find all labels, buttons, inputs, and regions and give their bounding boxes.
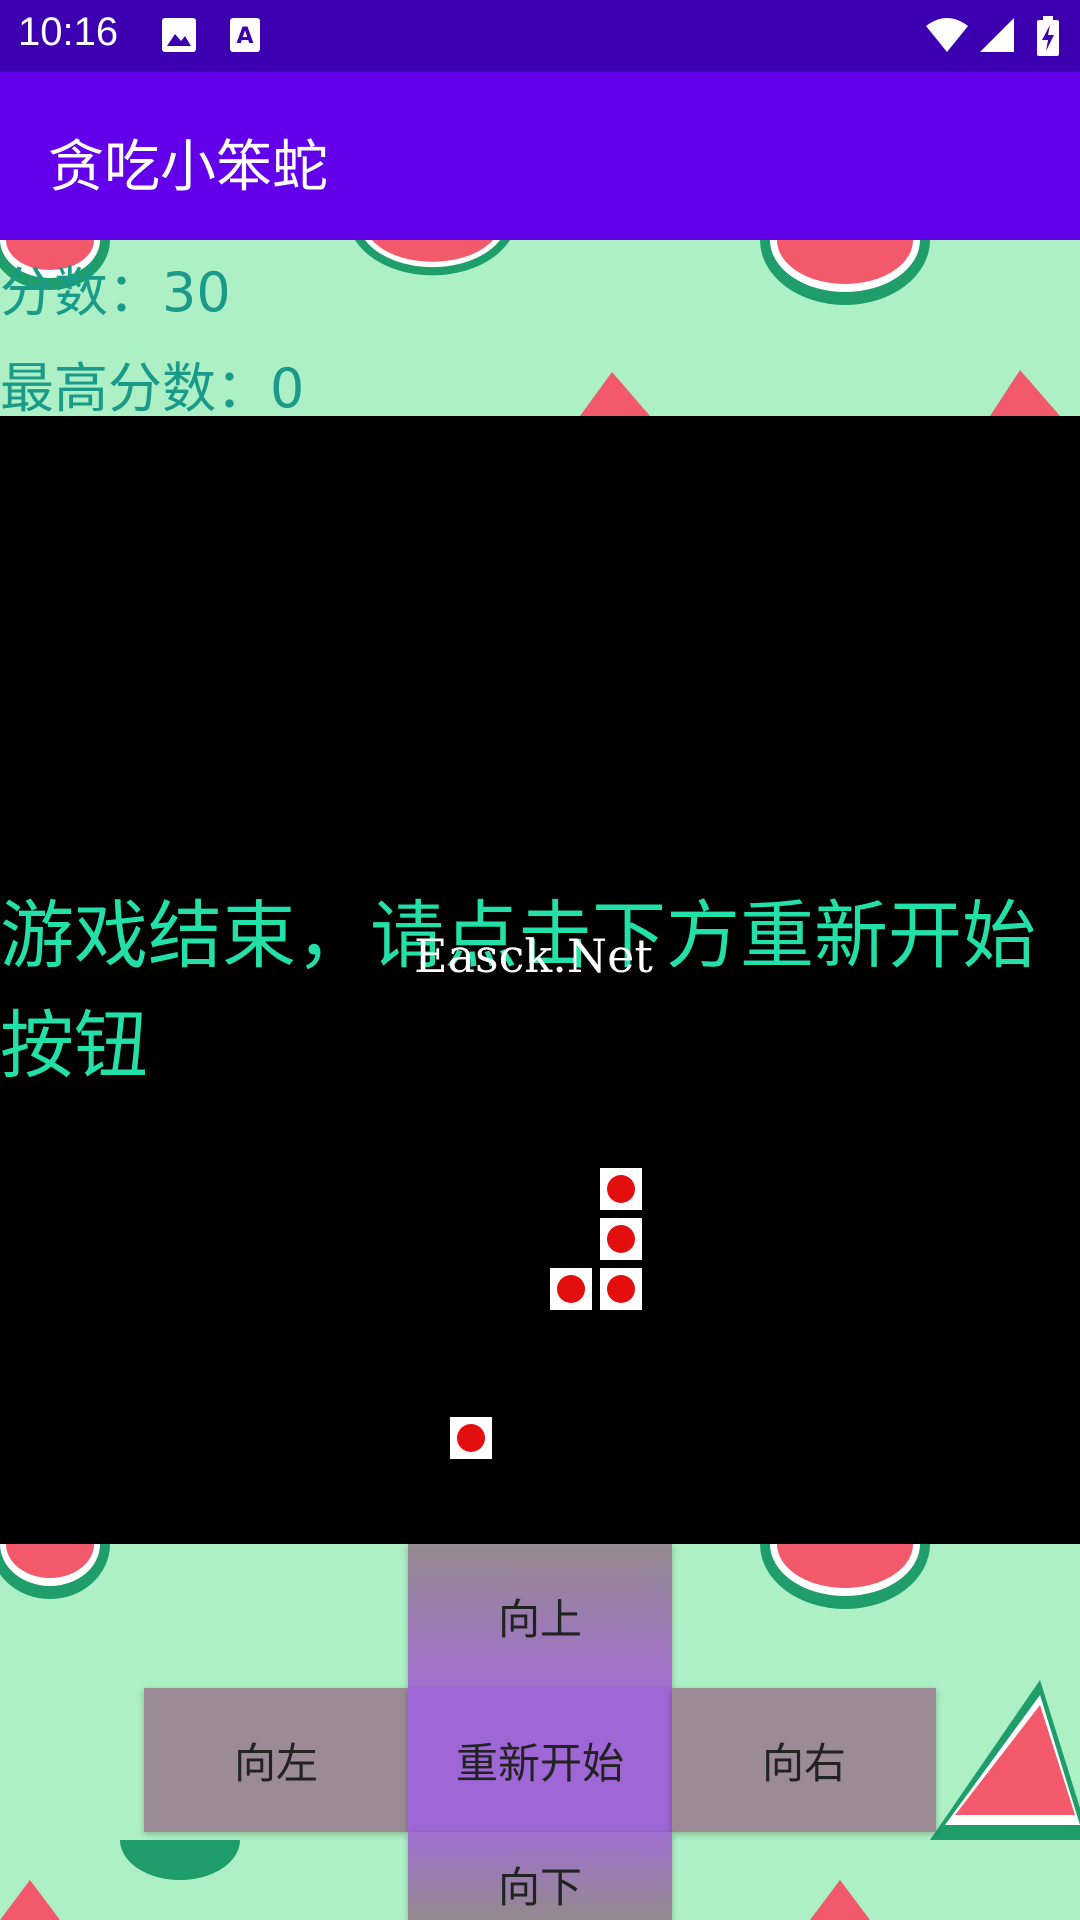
svg-text:A: A [236,24,253,49]
status-bar: 10:16 A [0,0,1080,72]
wifi-icon [926,18,968,52]
status-time: 10:16 [18,10,119,54]
restart-button[interactable]: 重新开始 [408,1688,672,1832]
food-item [450,1417,492,1459]
snake-segment [600,1268,642,1310]
text-a-icon: A [230,18,260,52]
watermelon-wedge-icon [810,1880,870,1920]
image-icon [162,18,196,52]
watermelon-slice-icon [0,1544,110,1599]
watermelon-slice-icon [120,1840,240,1880]
right-button[interactable]: 向右 [672,1688,936,1832]
watermelon-wedge-icon [930,1680,1080,1840]
watermelon-wedge-icon [580,372,650,416]
watermelon-wedge-icon [990,370,1060,416]
snake-segment [600,1168,642,1210]
down-button[interactable]: 向下 [408,1832,672,1920]
high-score-label: 最高分数：0 [0,357,305,420]
game-over-message: 游戏结束，请点击下方重新开始按钮 [0,893,1036,1089]
snake-segment [550,1268,592,1310]
watermark: Easck.Net [414,929,653,983]
left-button[interactable]: 向左 [144,1688,408,1832]
up-button[interactable]: 向上 [408,1544,672,1688]
watermelon-wedge-icon [0,1880,60,1920]
watermelon-slice-icon [760,1544,930,1609]
app-title: 贪吃小笨蛇 [48,135,328,200]
score-label: 分数：30 [0,261,231,324]
snake-segment [600,1218,642,1260]
app-bar: 贪吃小笨蛇 [0,72,1080,240]
battery-charging-icon [1037,16,1059,56]
cellular-signal-icon [980,18,1014,52]
game-board[interactable]: 游戏结束，请点击下方重新开始按钮 Easck.Net [0,416,1080,1544]
watermelon-slice-icon [355,240,510,276]
watermelon-slice-icon [760,240,930,305]
